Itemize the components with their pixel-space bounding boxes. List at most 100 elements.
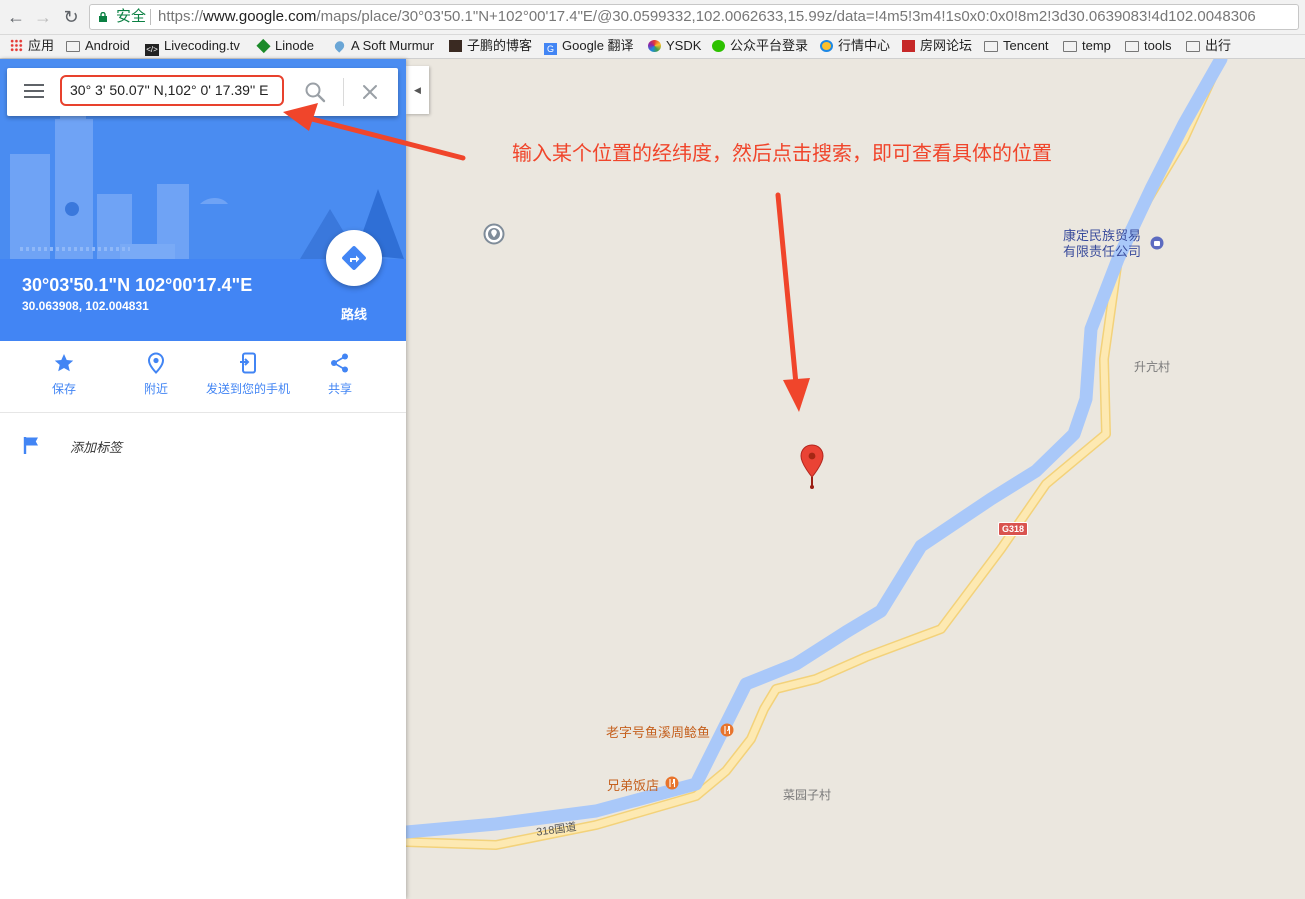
search-divider [343,78,344,106]
bookmark-label: Tencent [1003,38,1049,53]
send-to-phone-action-button[interactable]: 发送到您的手机 [202,352,294,397]
apps-grid-icon [10,39,23,52]
code-icon: </> [145,44,159,56]
forum-icon [902,40,915,52]
browser-toolbar: ← → ↻ 安全 https://www.google.com/maps/pla… [0,0,1305,35]
place-title: 30°03'50.1"N 102°00'17.4"E [22,275,253,295]
url-separator [150,9,151,25]
collapse-panel-button[interactable]: ◀ [406,66,429,114]
map-terrain [406,59,1228,850]
share-action-button[interactable]: 共享 [294,352,386,397]
poi-company-line2: 有限责任公司 [1063,244,1142,259]
village-label-caiyuanzi: 菜园子村 [783,788,832,802]
secure-label: 安全 [116,8,147,25]
restaurant-poi-icon[interactable] [665,776,679,790]
linode-cube-icon [256,38,271,54]
back-icon[interactable]: ← [6,7,26,27]
lock-icon [99,12,107,22]
map-pin-icon[interactable] [799,444,825,490]
url-text[interactable]: https://www.google.com/maps/place/30°03'… [158,5,1256,29]
wechat-icon [712,40,725,52]
search-icon[interactable] [304,81,326,103]
close-icon[interactable] [359,81,381,103]
bookmark-livecoding[interactable]: </> Livecoding.tv [145,35,240,59]
bookmark-temp[interactable]: temp [1063,35,1111,59]
bookmark-label: 出行 [1205,38,1232,53]
search-input[interactable]: 30° 3' 50.07'' N,102° 0' 17.39'' E [60,75,284,106]
bookmark-apps[interactable]: 应用 [10,35,54,59]
nearby-pin-icon [147,352,165,374]
bookmark-label: Livecoding.tv [164,38,240,53]
village-label-shengkang: 升亢村 [1134,360,1171,374]
folder-icon [1186,41,1200,52]
flag-icon [23,437,38,454]
url-scheme: https:// [158,8,204,25]
folder-icon [1063,41,1077,52]
send-to-phone-icon [240,352,256,374]
droplet-icon [332,39,347,53]
restaurant-poi-icon[interactable] [720,723,734,737]
bookmark-label: Linode [275,38,315,53]
shopping-poi-icon[interactable] [1150,236,1164,250]
bookmark-label: 子鹏的博客 [467,38,533,53]
bookmark-tencent[interactable]: Tencent [984,35,1049,59]
annotation-text: 输入某个位置的经纬度，然后点击搜索，即可查看具体的位置 [512,143,1052,165]
folder-icon [984,41,998,52]
url-path: /maps/place/30°03'50.1"N+102°00'17.4"E/@… [316,8,1256,25]
add-label-item[interactable]: 添加标签 [22,435,122,457]
bookmark-label: 房网论坛 [920,38,973,53]
directions-label: 路线 [340,307,367,322]
poi-restaurant-laozihao[interactable]: 老字号鱼溪周鲶鱼 [606,722,710,741]
bookmark-label: 应用 [28,38,55,53]
star-icon [54,354,74,372]
directions-button[interactable] [326,230,382,286]
bookmark-android[interactable]: Android [66,35,130,59]
bookmark-wechat-platform[interactable]: 公众平台登录 [712,35,808,59]
map-canvas[interactable]: 康定民族贸易 有限责任公司 升亢村 老字号鱼溪周鲶鱼 兄弟饭店 菜园子村 318… [406,59,1305,899]
bookmark-label: 行情中心 [838,38,891,53]
share-action-label: 共享 [327,382,352,396]
bookmark-market-center[interactable]: 行情中心 [820,35,890,59]
poi-company-line1: 康定民族贸易 [1063,228,1142,243]
bookmark-google-translate[interactable]: G Google 翻译 [544,35,634,59]
reload-icon[interactable]: ↻ [61,7,81,27]
bookmark-label: Google 翻译 [562,38,634,53]
forward-icon[interactable]: → [33,7,53,27]
nearby-action-button[interactable]: 附近 [110,352,202,397]
add-label-text: 添加标签 [70,440,123,455]
bookmark-travel[interactable]: 出行 [1186,35,1231,59]
bookmark-label: 公众平台登录 [730,38,809,53]
market-icon [820,40,833,52]
bookmark-label: A Soft Murmur [351,38,435,53]
address-bar[interactable]: 安全 https://www.google.com/maps/place/30°… [89,4,1299,30]
folder-icon [66,41,80,52]
poi-restaurant-xiongdi[interactable]: 兄弟饭店 [607,775,659,794]
send-to-phone-action-label: 发送到您的手机 [205,382,290,396]
share-icon [331,353,348,373]
save-action-label: 保存 [51,382,76,396]
bookmarks-bar: 应用 Android </> Livecoding.tv Linode A Sof… [0,35,1305,59]
bookmark-asoftmurmur[interactable]: A Soft Murmur [332,35,435,59]
bookmark-label: Android [85,38,130,53]
search-box: 30° 3' 50.07'' N,102° 0' 17.39'' E [7,68,398,116]
menu-icon[interactable] [24,84,44,100]
translate-icon: G [544,43,557,55]
bookmark-house-forum[interactable]: 房网论坛 [902,35,972,59]
place-coordinates: 30.063908, 102.004831 [22,299,149,313]
folder-icon [1125,41,1139,52]
poi-company-label[interactable]: 康定民族贸易 有限责任公司 [1063,228,1141,260]
save-action-button[interactable]: 保存 [18,352,110,397]
bookmark-label: temp [1082,38,1111,53]
bookmark-linode[interactable]: Linode [256,35,315,59]
bookmark-ysdk[interactable]: YSDK [648,35,701,59]
ysdk-ring-icon [648,40,661,52]
section-divider [0,412,406,413]
place-sidebar: 30° 3' 50.07'' N,102° 0' 17.39'' E 30°03… [0,59,406,899]
location-marker-icon[interactable] [483,223,505,245]
road-shield-g318: G318 [998,522,1029,536]
bookmark-label: YSDK [666,38,702,53]
bookmark-tools[interactable]: tools [1125,35,1171,59]
bookmark-label: tools [1144,38,1172,53]
bookmark-zipeng-blog[interactable]: 子鹏的博客 [449,35,532,59]
nearby-action-label: 附近 [143,382,168,396]
